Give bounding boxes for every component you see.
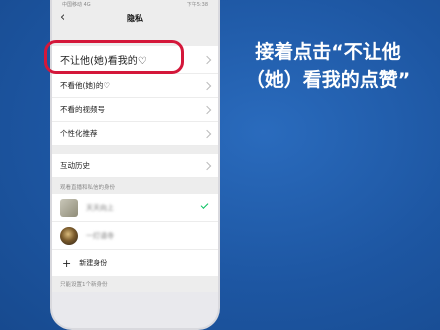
caption-line-2: （她）看我的点赞”: [245, 69, 411, 91]
chevron-right-icon: [202, 129, 212, 139]
chevron-right-icon: [202, 161, 212, 171]
menu-item-label: 互动历史: [60, 161, 90, 170]
caption-line-1: 接着点击“不让他: [255, 41, 401, 63]
highlight-circle: [44, 40, 184, 74]
plus-icon: +: [62, 256, 72, 270]
menu-item-interaction-history[interactable]: 互动历史: [52, 154, 218, 178]
identity-item[interactable]: 天天向上: [52, 194, 218, 222]
chevron-right-icon: [202, 81, 212, 91]
new-identity-label: 新建身份: [79, 259, 108, 267]
identity-name: 一灯请寺: [86, 231, 114, 240]
identity-section-header: 观看直播和私信的身份: [52, 178, 218, 194]
status-time: 下午5:38: [186, 1, 208, 8]
identity-footer-note: 只能设置1个新身份: [52, 276, 218, 292]
back-chevron-icon[interactable]: ‹: [60, 10, 65, 26]
menu-item-hide-their-likes[interactable]: 不看他(她)的♡: [52, 74, 218, 98]
avatar: [60, 226, 78, 245]
nav-bar: ‹ 隐私: [52, 8, 218, 28]
status-carrier: 中国移动 4G: [62, 1, 91, 8]
menu-item-label: 个性化推荐: [60, 129, 98, 138]
instruction-caption: 接着点击“不让他 （她）看我的点赞”: [228, 38, 428, 94]
menu-item-personalized-recommendation[interactable]: 个性化推荐: [52, 122, 218, 146]
check-icon: [200, 201, 209, 209]
section-gap: [52, 146, 218, 154]
new-identity-button[interactable]: + 新建身份: [52, 250, 218, 276]
identity-name: 天天向上: [86, 203, 114, 212]
menu-item-blocked-channels[interactable]: 不看的视频号: [52, 98, 218, 122]
status-bar: 中国移动 4G 下午5:38: [52, 0, 218, 8]
chevron-right-icon: [202, 55, 212, 65]
page-title: 隐私: [127, 13, 143, 23]
menu-item-label: 不看的视频号: [60, 105, 105, 114]
menu-item-label: 不看他(她)的♡: [60, 81, 111, 90]
identity-item[interactable]: 一灯请寺: [52, 222, 218, 250]
avatar: [60, 198, 78, 217]
chevron-right-icon: [202, 105, 212, 115]
